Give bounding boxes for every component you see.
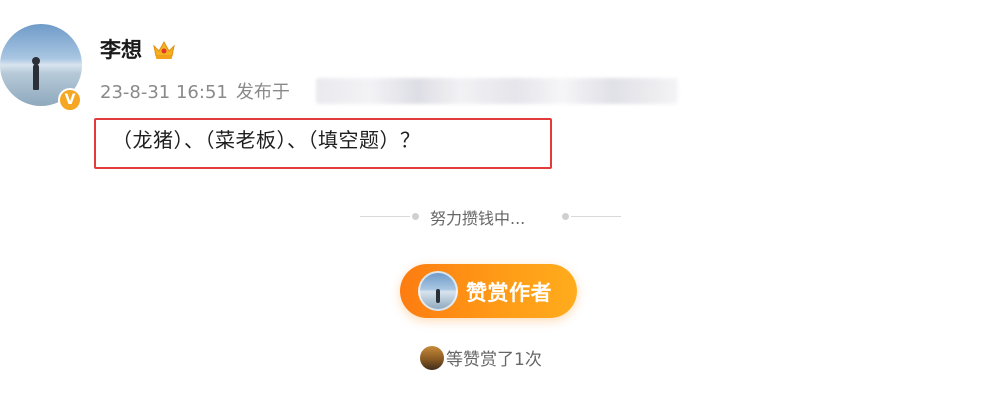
post-source-blurred — [316, 78, 678, 104]
divider-right-line — [571, 216, 621, 217]
reward-author-avatar — [418, 271, 458, 311]
reward-status-text: 努力攒钱中... — [430, 209, 526, 228]
reward-avatar-figure — [436, 289, 440, 303]
avatar-figure-body — [33, 64, 39, 90]
rewarder-avatar — [420, 346, 444, 370]
verified-badge-icon: V — [58, 88, 82, 112]
reward-count-text: 等赞赏了1次 — [446, 350, 542, 370]
username[interactable]: 李想 — [100, 34, 142, 64]
post-source-prefix: 发布于 — [235, 82, 290, 103]
reward-status-divider: 努力攒钱中... — [360, 205, 621, 229]
crown-icon — [153, 40, 175, 59]
reward-button-label: 赞赏作者 — [466, 281, 552, 305]
divider-left-line — [360, 216, 410, 217]
divider-right-dot — [562, 213, 569, 220]
post-meta: 23-8-31 16:51 发布于 — [100, 78, 290, 104]
reward-author-button[interactable]: 赞赏作者 — [400, 264, 577, 318]
divider-left-dot — [412, 213, 419, 220]
post-timestamp[interactable]: 23-8-31 16:51 — [100, 82, 228, 103]
post-text: （龙猪）、（菜老板）、（填空题）？ — [112, 128, 421, 152]
